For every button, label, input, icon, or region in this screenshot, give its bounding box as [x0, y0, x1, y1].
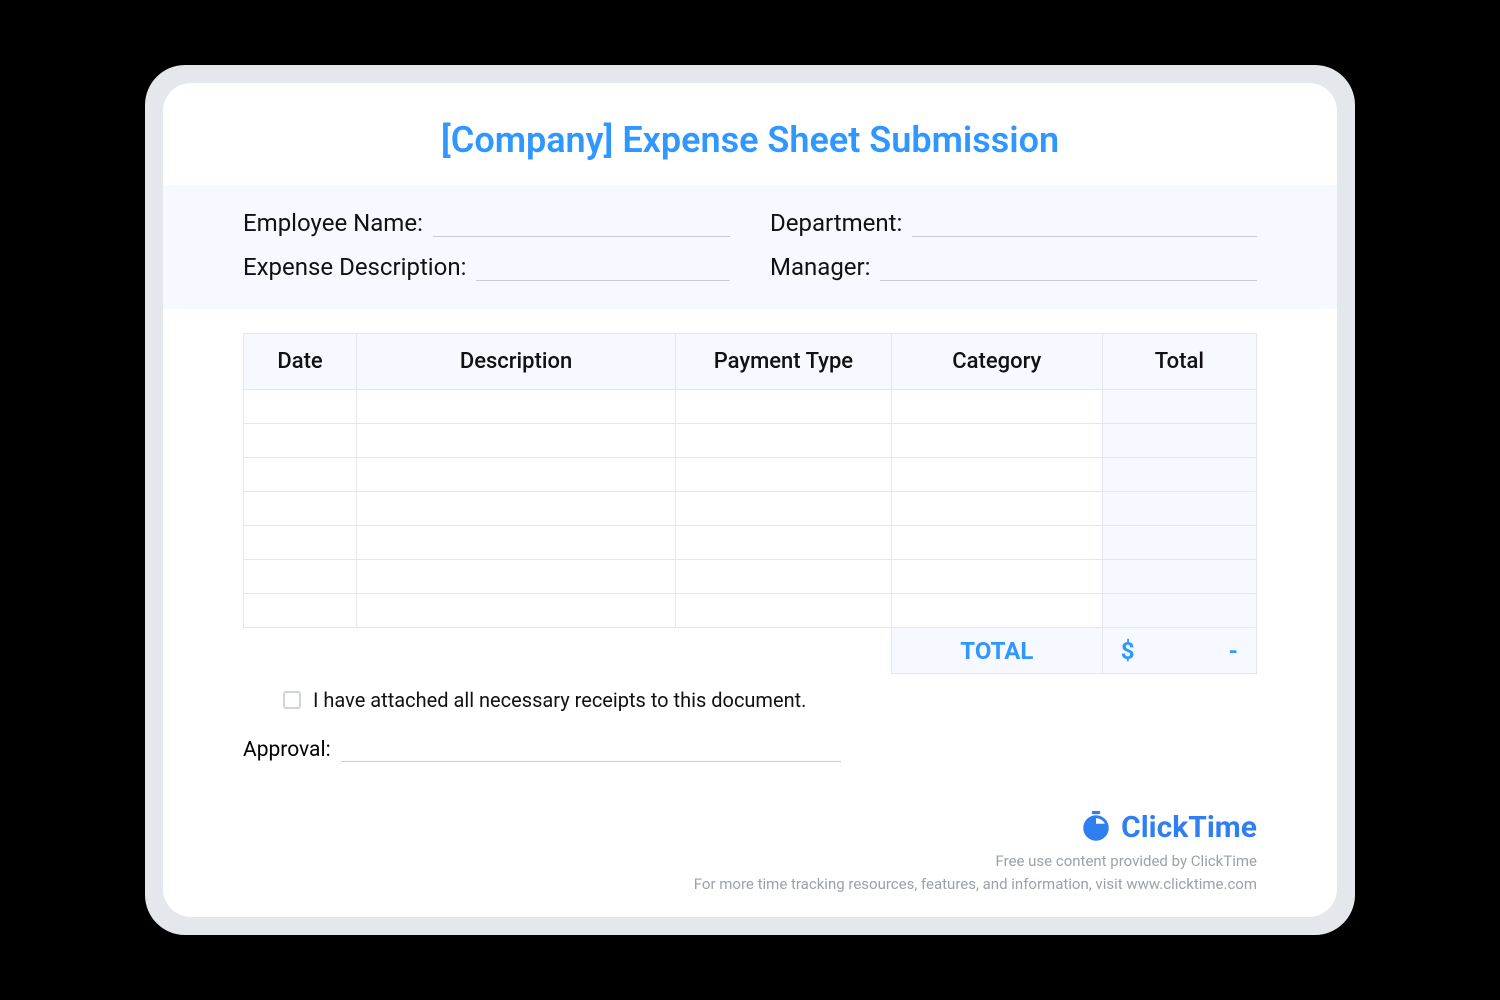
input-manager[interactable] [880, 259, 1257, 281]
table-total-row: TOTAL $ - [244, 628, 1257, 674]
brand-name: ClickTime [1121, 810, 1257, 845]
field-manager: Manager: [770, 253, 1257, 281]
cell-date[interactable] [244, 560, 357, 594]
clicktime-logo: ClickTime [1079, 810, 1257, 845]
total-currency: $ [1121, 637, 1135, 665]
label-employee-name: Employee Name: [243, 209, 423, 237]
cell-total[interactable] [1102, 526, 1256, 560]
cell-payment-type[interactable] [675, 560, 891, 594]
employee-info-section: Employee Name: Department: Expense Descr… [163, 185, 1337, 309]
cell-total[interactable] [1102, 560, 1256, 594]
input-department[interactable] [912, 215, 1257, 237]
cell-date[interactable] [244, 526, 357, 560]
header-description: Description [357, 334, 676, 390]
stopwatch-icon [1079, 811, 1113, 845]
input-employee-name[interactable] [433, 215, 730, 237]
cell-category[interactable] [891, 560, 1102, 594]
receipt-confirmation: I have attached all necessary receipts t… [163, 674, 1337, 712]
total-value: - [1229, 637, 1238, 665]
cell-date[interactable] [244, 492, 357, 526]
header-payment-type: Payment Type [675, 334, 891, 390]
device-frame: [Company] Expense Sheet Submission Emplo… [145, 65, 1355, 935]
cell-description[interactable] [357, 492, 676, 526]
cell-category[interactable] [891, 526, 1102, 560]
receipt-text: I have attached all necessary receipts t… [313, 688, 806, 712]
approval-signature-line[interactable] [341, 742, 841, 762]
cell-date[interactable] [244, 458, 357, 492]
cell-category[interactable] [891, 458, 1102, 492]
label-expense-description: Expense Description: [243, 253, 466, 281]
table-row [244, 424, 1257, 458]
cell-total[interactable] [1102, 594, 1256, 628]
cell-description[interactable] [357, 424, 676, 458]
total-amount: $ - [1102, 628, 1256, 674]
expense-table: Date Description Payment Type Category T… [243, 333, 1257, 674]
cell-description[interactable] [357, 458, 676, 492]
cell-description[interactable] [357, 390, 676, 424]
cell-payment-type[interactable] [675, 458, 891, 492]
table-header-row: Date Description Payment Type Category T… [244, 334, 1257, 390]
approval-label: Approval: [243, 738, 331, 762]
cell-total[interactable] [1102, 492, 1256, 526]
receipt-checkbox[interactable] [283, 691, 301, 709]
cell-category[interactable] [891, 594, 1102, 628]
cell-description[interactable] [357, 594, 676, 628]
header-date: Date [244, 334, 357, 390]
cell-payment-type[interactable] [675, 424, 891, 458]
expense-sheet: [Company] Expense Sheet Submission Emplo… [163, 83, 1337, 917]
cell-description[interactable] [357, 560, 676, 594]
cell-payment-type[interactable] [675, 594, 891, 628]
table-row [244, 390, 1257, 424]
credits: Free use content provided by ClickTime F… [694, 850, 1257, 895]
cell-payment-type[interactable] [675, 390, 891, 424]
input-expense-description[interactable] [476, 259, 730, 281]
table-row [244, 492, 1257, 526]
total-label: TOTAL [891, 628, 1102, 674]
cell-date[interactable] [244, 390, 357, 424]
header-category: Category [891, 334, 1102, 390]
header-total: Total [1102, 334, 1256, 390]
credit-line-1: Free use content provided by ClickTime [694, 850, 1257, 873]
cell-date[interactable] [244, 424, 357, 458]
cell-category[interactable] [891, 492, 1102, 526]
cell-total[interactable] [1102, 458, 1256, 492]
field-department: Department: [770, 209, 1257, 237]
cell-total[interactable] [1102, 424, 1256, 458]
cell-category[interactable] [891, 390, 1102, 424]
table-row [244, 560, 1257, 594]
field-expense-description: Expense Description: [243, 253, 730, 281]
label-department: Department: [770, 209, 902, 237]
expense-table-container: Date Description Payment Type Category T… [163, 309, 1337, 674]
approval-section: Approval: [163, 712, 1337, 762]
page-title: [Company] Expense Sheet Submission [163, 119, 1337, 161]
table-row [244, 594, 1257, 628]
table-row [244, 526, 1257, 560]
cell-date[interactable] [244, 594, 357, 628]
cell-description[interactable] [357, 526, 676, 560]
cell-category[interactable] [891, 424, 1102, 458]
cell-payment-type[interactable] [675, 492, 891, 526]
cell-total[interactable] [1102, 390, 1256, 424]
cell-payment-type[interactable] [675, 526, 891, 560]
label-manager: Manager: [770, 253, 870, 281]
field-employee-name: Employee Name: [243, 209, 730, 237]
credit-line-2: For more time tracking resources, featur… [694, 873, 1257, 896]
table-row [244, 458, 1257, 492]
